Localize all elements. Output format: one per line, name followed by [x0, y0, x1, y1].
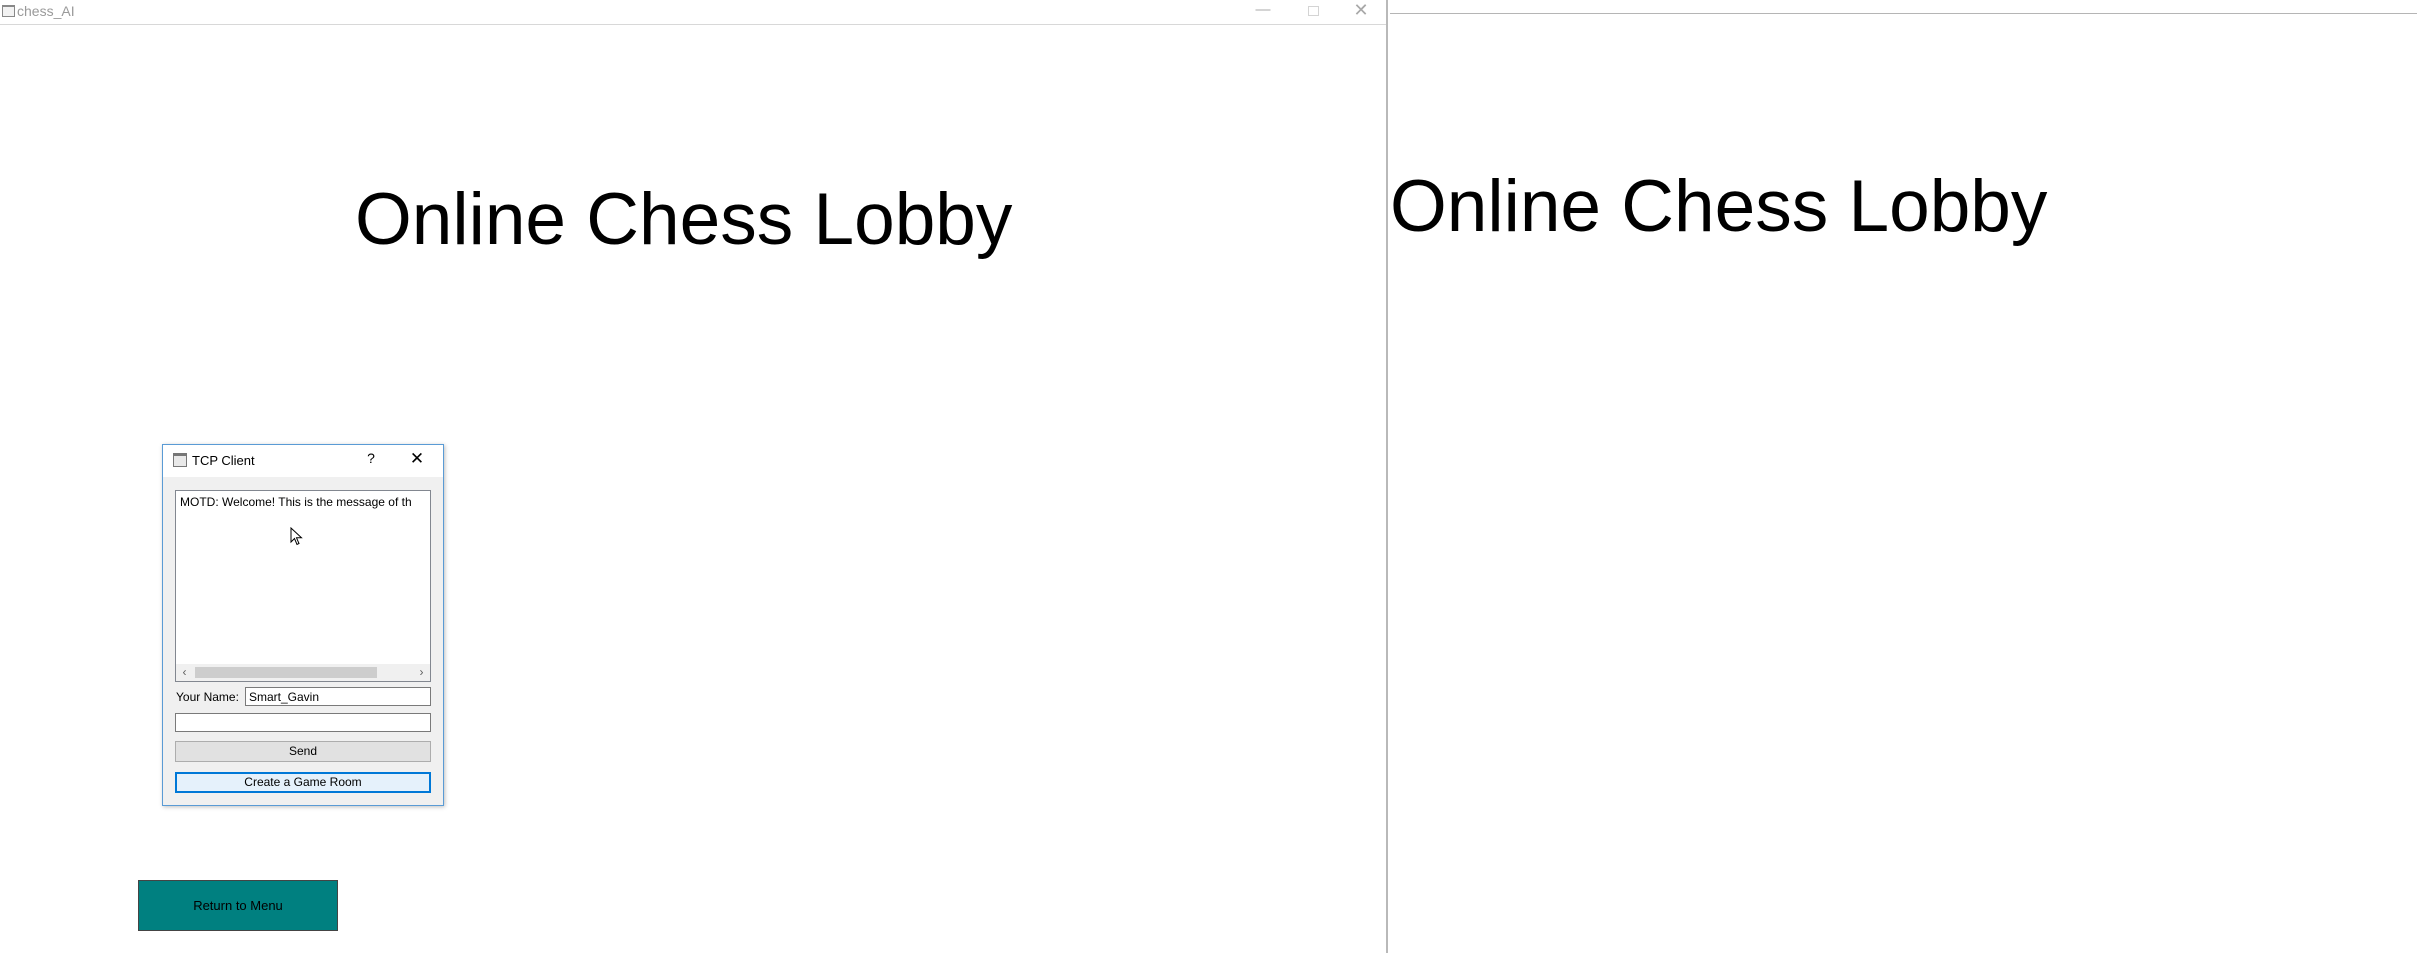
lobby-title-right: Online Chess Lobby: [1390, 166, 2048, 247]
dialog-close-icon[interactable]: ✕: [407, 449, 427, 471]
message-input[interactable]: [175, 713, 431, 732]
name-label: Your Name:: [176, 690, 239, 704]
tcp-client-dialog: TCP Client ? ✕ MOTD: Welcome! This is th…: [162, 444, 444, 806]
send-button[interactable]: Send: [175, 741, 431, 762]
name-input[interactable]: [245, 687, 431, 706]
window-titlebar[interactable]: chess_AI — ✕: [0, 0, 1386, 25]
scroll-thumb[interactable]: [195, 667, 377, 678]
minimize-icon[interactable]: —: [1240, 0, 1286, 22]
second-chess-window: Online Chess Lobby: [1390, 0, 2417, 953]
return-to-menu-button[interactable]: Return to Menu: [138, 880, 338, 931]
lobby-title: Online Chess Lobby: [355, 179, 1013, 260]
maximize-icon[interactable]: [1290, 0, 1336, 22]
help-icon[interactable]: ?: [361, 450, 381, 470]
message-log[interactable]: MOTD: Welcome! This is the message of th…: [175, 490, 431, 682]
close-icon[interactable]: ✕: [1338, 0, 1384, 22]
scroll-right-icon[interactable]: ›: [413, 664, 430, 681]
dialog-titlebar[interactable]: TCP Client ? ✕: [163, 445, 443, 477]
dialog-title: TCP Client: [192, 453, 255, 468]
scroll-left-icon[interactable]: ‹: [176, 664, 193, 681]
horizontal-scrollbar[interactable]: ‹ ›: [176, 664, 430, 681]
window-title: chess_AI: [17, 3, 75, 19]
mouse-cursor-icon: [290, 527, 303, 546]
create-game-room-button[interactable]: Create a Game Room: [175, 772, 431, 793]
window-top-border: [1390, 13, 2417, 14]
dialog-app-icon: [173, 453, 187, 467]
log-line-motd: MOTD: Welcome! This is the message of th: [180, 495, 412, 509]
app-icon: [2, 5, 15, 17]
